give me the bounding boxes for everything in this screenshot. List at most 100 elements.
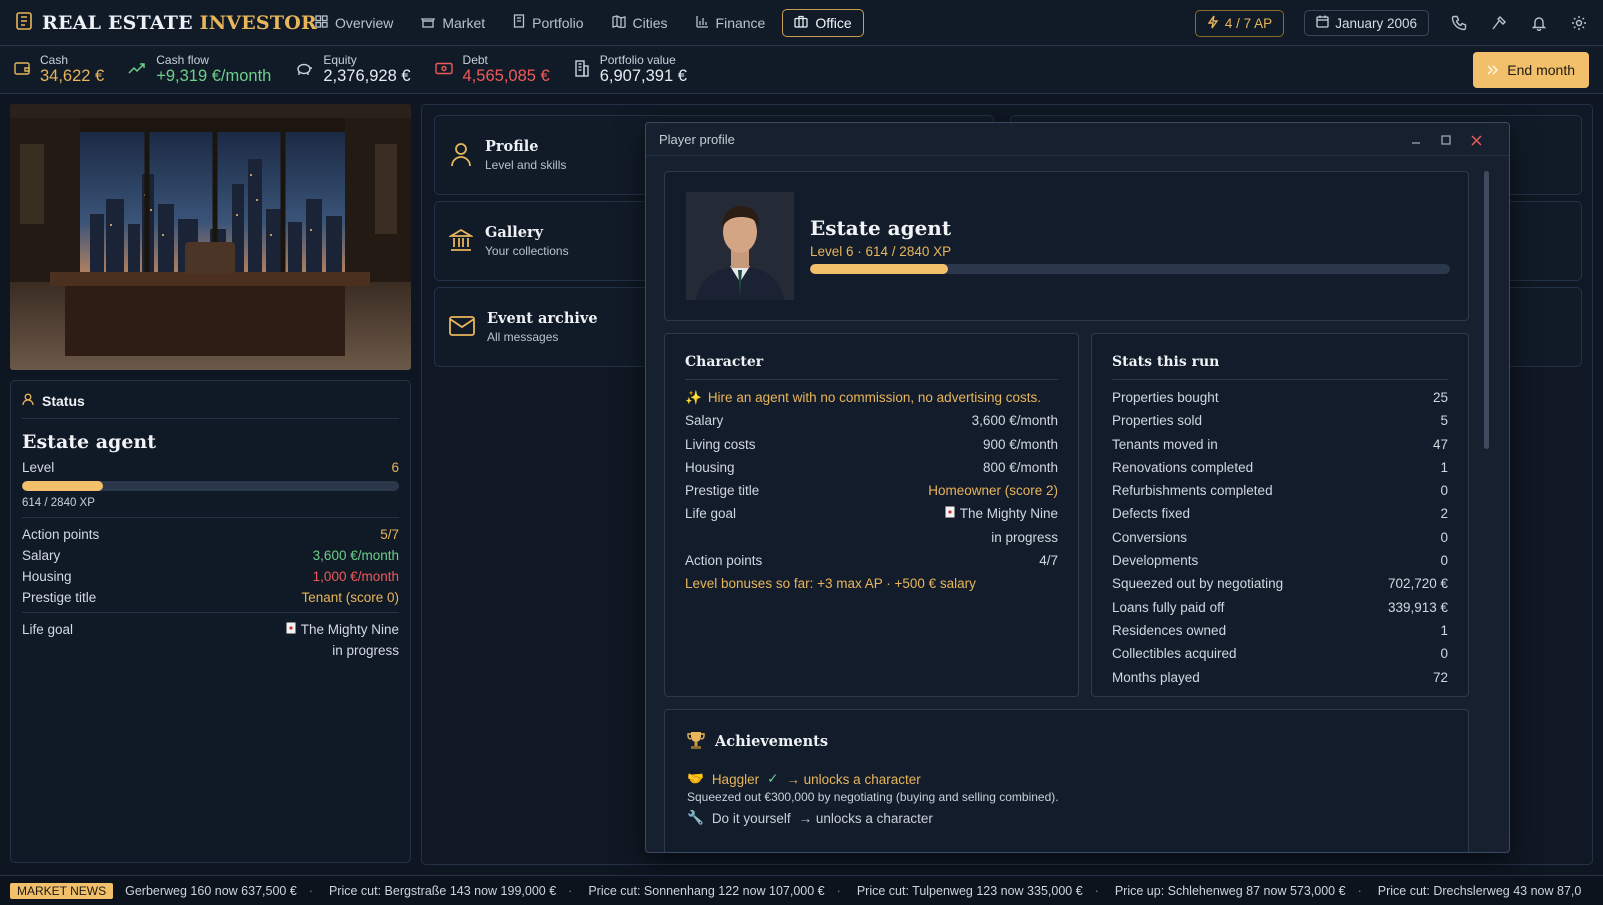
ticker-separator: · — [836, 883, 841, 898]
char-row-housing: Housing 800 €/month — [685, 459, 1058, 475]
character-panel: Character ✨ Hire an agent with no commiss… — [664, 333, 1079, 697]
stats-row-label: Developments — [1112, 553, 1199, 569]
shop-icon — [421, 15, 436, 31]
lightning-icon — [1207, 15, 1219, 32]
window-title-bar[interactable]: Player profile — [646, 123, 1509, 156]
status-panel: Status Estate agent Level 6 614 / 2840 X… — [10, 380, 411, 863]
museum-icon — [447, 228, 475, 255]
ticker-item[interactable]: Gerberweg 160 now 637,500 € — [125, 884, 297, 898]
nav-office[interactable]: Office — [782, 8, 864, 37]
stats-row-value: 339,913 € — [1387, 599, 1448, 615]
wrench-icon: 🔧 — [687, 810, 704, 825]
scrollbar-thumb[interactable] — [1484, 171, 1489, 449]
office-image — [10, 104, 411, 370]
ticker-separator: · — [308, 883, 313, 898]
stat-debt: Debt 4,565,085 € — [434, 53, 550, 86]
ticker-item[interactable]: Price up: Schlehenweg 87 now 573,000 € — [1115, 884, 1346, 898]
stat-label: Debt — [462, 53, 488, 67]
nav-label: Portfolio — [532, 14, 584, 31]
life-goal-status: in progress — [332, 643, 399, 658]
stat-portfolio-value: Portfolio value 6,907,391 € — [574, 53, 687, 86]
char-row-action-points: Action points 4/7 — [685, 553, 1058, 569]
check-icon: ✓ — [767, 771, 779, 786]
ticker-item[interactable]: Price cut: Tulpenweg 123 now 335,000 € — [857, 884, 1083, 898]
stats-row-label: Tenants moved in — [1112, 436, 1218, 452]
gear-icon[interactable] — [1569, 13, 1589, 33]
minimize-icon[interactable] — [1406, 130, 1426, 150]
ticker-items: Gerberweg 160 now 637,500 € · Price cut: B… — [125, 884, 1593, 898]
xp-text: 614 / 2840 XP — [22, 497, 399, 518]
profile-xp-bar — [810, 264, 1450, 274]
handshake-icon: 🤝 — [687, 771, 704, 786]
sparkle-icon: ✨ — [685, 390, 702, 405]
nav-portfolio[interactable]: Portfolio — [502, 9, 594, 36]
market-news-badge: MARKET NEWS — [10, 882, 114, 899]
end-month-button[interactable]: End month — [1473, 52, 1589, 88]
stats-row: Loans fully paid off 339,913 € — [1112, 596, 1448, 619]
stats-row-label: Renovations completed — [1112, 459, 1254, 475]
ticker-item[interactable]: Price cut: Drechslerweg 43 now 87,0 — [1378, 884, 1582, 898]
ticker-item[interactable]: Price cut: Bergstraße 143 now 199,000 € — [329, 884, 556, 898]
ticker-item[interactable]: Price cut: Sonnenhang 122 now 107,000 € — [588, 884, 824, 898]
status-title: Estate agent — [22, 431, 157, 453]
market-news-ticker: MARKET NEWS Gerberweg 160 now 637,500 € ·… — [0, 875, 1603, 905]
character-note: ✨ Hire an agent with no commission, no ad… — [685, 386, 1058, 409]
end-month-label: End month — [1507, 62, 1575, 78]
nav-finance[interactable]: Finance — [685, 10, 777, 36]
stats-row-label: Properties sold — [1112, 413, 1203, 429]
char-row-salary: Salary 3,600 €/month — [685, 413, 1058, 429]
level-row: Level 6 — [22, 457, 399, 478]
profile-header-panel: Estate agent Level 6 · 614 / 2840 XP — [664, 171, 1469, 321]
card-subtitle: Your collections — [485, 244, 569, 258]
avatar — [686, 192, 794, 300]
stats-panel: Stats this run Properties bought 25 Proper… — [1091, 333, 1469, 697]
achievement-name: Do it yourself — [711, 810, 791, 826]
card-title: Profile — [485, 138, 539, 155]
stats-row-value: 72 — [1432, 669, 1448, 685]
action-points-pill[interactable]: 4 / 7 AP — [1194, 9, 1285, 37]
nav-overview[interactable]: Overview — [304, 10, 404, 36]
hammer-icon[interactable] — [1489, 13, 1509, 33]
stat-label: Portfolio value — [599, 53, 676, 67]
achievement-desc: Squeezed out €300,000 by negotiating (bu… — [687, 790, 1059, 804]
life-goal-value: The Mighty Nine — [300, 622, 399, 637]
playing-card-icon — [285, 619, 296, 640]
stats-row-value: 2 — [1440, 506, 1448, 522]
achievement-unlock: → unlocks a character — [786, 771, 921, 787]
app-title: REAL ESTATE INVESTOR — [42, 11, 317, 34]
player-profile-window: Player profile Estate agent Level 6 · 61… — [645, 122, 1510, 853]
finance-stat-bar: Cash 34,622 € Cash flow +9,319 €/month Equ… — [0, 46, 1603, 94]
trophy-icon — [687, 730, 705, 753]
profile-name: Estate agent — [810, 216, 952, 240]
xp-progress-fill — [22, 481, 104, 491]
wallet-icon — [14, 61, 30, 79]
stat-value: 4,565,085 € — [462, 67, 550, 85]
stats-row-value: 1 — [1440, 622, 1448, 638]
stat-value: +9,319 €/month — [156, 67, 272, 85]
level-bonuses: Level bonuses so far: +3 max AP · +500 €… — [685, 576, 976, 592]
stats-row-value: 702,720 € — [1387, 576, 1448, 592]
stats-row-label: Properties bought — [1112, 390, 1219, 405]
maximize-icon[interactable] — [1436, 130, 1456, 150]
grid-icon — [315, 14, 328, 31]
nav-market[interactable]: Market — [410, 10, 496, 36]
achievement-unlock: → unlocks a character — [798, 810, 933, 826]
building-icon — [513, 14, 525, 31]
close-icon[interactable] — [1466, 130, 1486, 150]
status-row-housing: Housing 1,000 €/month — [22, 569, 399, 584]
stats-row-value: 0 — [1440, 553, 1448, 569]
nav-label: Market — [442, 14, 486, 31]
window-title: Player profile — [659, 131, 735, 147]
stats-row: Months played 72 — [1112, 666, 1448, 689]
bell-icon[interactable] — [1529, 13, 1549, 33]
nav-cities[interactable]: Cities — [601, 10, 679, 36]
stats-row-label: Defects fixed — [1112, 506, 1191, 522]
nav-label: Cities — [632, 14, 668, 31]
date-pill[interactable]: January 2006 — [1304, 10, 1429, 36]
phone-icon[interactable] — [1449, 13, 1469, 33]
stats-row: Tenants moved in 47 — [1112, 433, 1448, 456]
stats-row-value: 47 — [1432, 436, 1448, 452]
stat-label: Cash flow — [156, 53, 209, 67]
achievement-diy: 🔧 Do it yourself → unlocks a character — [687, 810, 1446, 826]
status-rows: Action points 5/7 Salary 3,600 €/month Hou… — [22, 524, 399, 613]
